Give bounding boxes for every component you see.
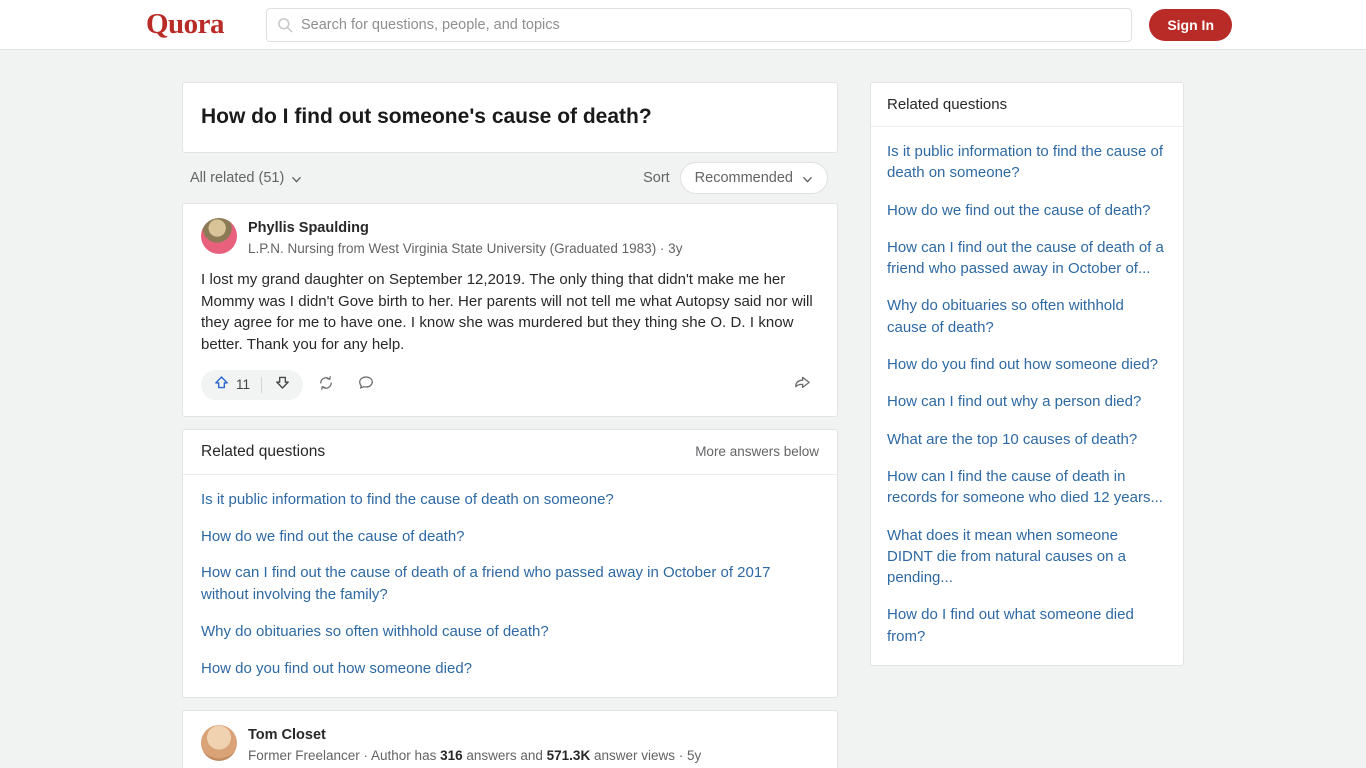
search-icon [277,17,293,33]
question-card: How do I find out someone's cause of dea… [182,82,838,154]
author-name[interactable]: Phyllis Spaulding [248,219,682,239]
sidebar: Related questions Is it public informati… [870,82,1184,768]
downvote-button[interactable] [262,370,303,400]
author-meta: Tom Closet Former Freelancer · Author ha… [248,725,701,765]
list-item[interactable]: Why do obituaries so often withhold caus… [201,621,819,643]
list-item[interactable]: How do we find out the cause of death? [201,526,819,548]
sidebar-item-question-6[interactable]: How can I find out why a person died? [887,391,1167,412]
credential-suffix: answer views · 5y [590,747,702,763]
list-item[interactable]: Is it public information to find the cau… [201,489,819,511]
upvote-button[interactable]: 11 [201,370,261,400]
page-title: How do I find out someone's cause of dea… [201,105,652,128]
credential-answer-count: 316 [440,747,463,763]
answer-body: I lost my grand daughter on September 12… [201,270,813,353]
list-item[interactable]: How do you find out how someone died? [201,658,819,680]
answer-actions-left: 11 [201,369,383,400]
author-meta: Phyllis Spaulding L.P.N. Nursing from We… [248,218,682,258]
credential-view-count: 571.3K [546,747,591,763]
sidebar-related-questions-card: Related questions Is it public informati… [870,82,1184,667]
comment-icon [357,374,375,396]
repost-button[interactable] [309,370,343,400]
sort-group: Sort Recommended [643,162,828,195]
answer-card: Phyllis Spaulding L.P.N. Nursing from We… [182,203,838,417]
top-header: Quora Sign In [0,0,1366,50]
sidebar-item-question-8[interactable]: How can I find the cause of death in rec… [887,466,1167,509]
sidebar-item-question-1[interactable]: Is it public information to find the cau… [887,141,1167,184]
related-questions-list: Is it public information to find the cau… [183,475,837,698]
sort-value: Recommended [694,170,793,187]
credential-prefix: Former Freelancer · Author has [248,747,441,763]
sidebar-item-question-4[interactable]: Why do obituaries so often withhold caus… [887,295,1167,338]
related-questions-block: Related questions More answers below Is … [182,428,838,699]
all-related-dropdown[interactable]: All related (51) [190,170,302,186]
share-icon [793,373,812,396]
avatar[interactable] [201,725,237,762]
answer-action-bar: 11 [201,369,819,408]
author-credential: Former Freelancer · Author has 316 answe… [248,747,701,766]
downvote-icon [274,374,291,395]
related-questions-title: Related questions [201,442,326,460]
share-button[interactable] [785,370,819,400]
sort-label: Sort [643,170,670,187]
credential-mid: answers and [462,747,547,763]
quora-logo[interactable]: Quora [146,10,225,39]
search-bar[interactable] [266,7,1132,42]
vote-group: 11 [201,369,304,400]
sign-in-button[interactable]: Sign In [1149,8,1232,41]
sort-dropdown[interactable]: Recommended [679,162,828,195]
answer-author-header: Phyllis Spaulding L.P.N. Nursing from We… [201,218,819,258]
answer-card: Tom Closet Former Freelancer · Author ha… [182,710,838,768]
upvote-count: 11 [236,377,251,393]
sidebar-item-question-10[interactable]: How do I find out what someone died from… [887,604,1167,647]
related-questions-header: Related questions More answers below [183,430,837,475]
sidebar-item-question-9[interactable]: What does it mean when someone DIDNT die… [887,525,1167,589]
sidebar-related-questions-list: Is it public information to find the cau… [871,127,1183,665]
upvote-icon [213,374,230,395]
search-input[interactable] [301,16,1121,33]
list-item[interactable]: How can I find out the cause of death of… [201,562,819,606]
answer-author-header: Tom Closet Former Freelancer · Author ha… [201,725,819,765]
sidebar-item-question-2[interactable]: How do we find out the cause of death? [887,200,1167,221]
sidebar-item-question-7[interactable]: What are the top 10 causes of death? [887,429,1167,450]
comment-button[interactable] [349,370,383,400]
repost-icon [317,374,335,396]
all-related-label: All related (51) [190,170,285,187]
main-column: How do I find out someone's cause of dea… [182,82,838,768]
more-answers-below-label[interactable]: More answers below [695,444,819,459]
chevron-down-icon [291,173,302,184]
sidebar-title: Related questions [871,83,1183,127]
answer-filter-bar: All related (51) Sort Recommended [182,153,838,203]
author-credential: L.P.N. Nursing from West Virginia State … [248,240,683,256]
page-body: How do I find out someone's cause of dea… [0,50,1366,768]
chevron-down-icon [802,173,813,184]
sidebar-item-question-3[interactable]: How can I find out the cause of death of… [887,237,1167,280]
sidebar-item-question-5[interactable]: How do you find out how someone died? [887,354,1167,375]
avatar[interactable] [201,218,237,255]
author-name[interactable]: Tom Closet [248,726,701,746]
